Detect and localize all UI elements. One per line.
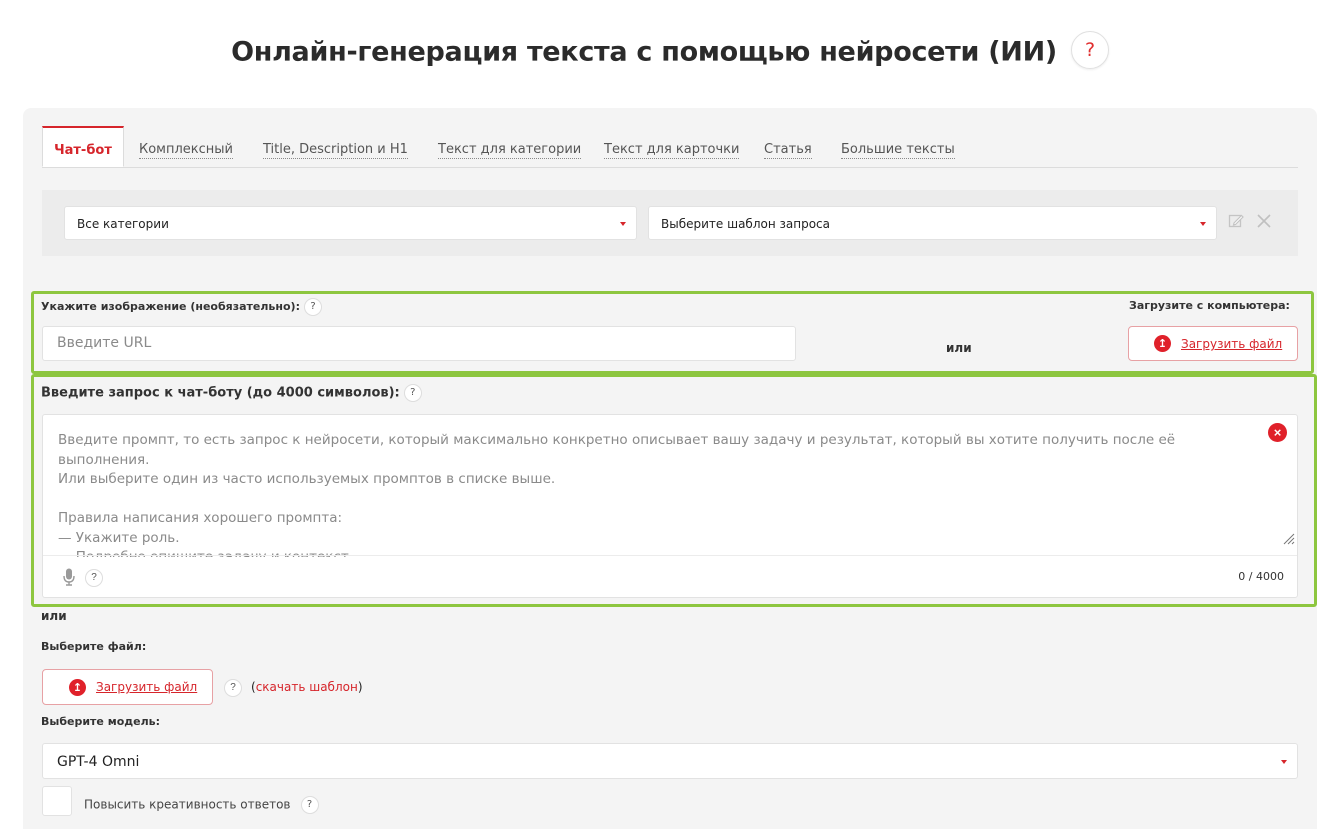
- template-select-value: Выберите шаблон запроса: [661, 217, 830, 231]
- filters-bar: Все категории Выберите шаблон запроса: [42, 190, 1298, 256]
- help-icon[interactable]: ?: [403, 384, 422, 402]
- page-title: Онлайн-генерация текста с помощью нейрос…: [0, 31, 1340, 72]
- image-label: Укажите изображение (необязательно):?: [41, 298, 322, 316]
- download-template: (скачать шаблон): [251, 680, 363, 694]
- image-url-input[interactable]: Введите URL: [42, 326, 796, 361]
- file-label: Выберите файл:: [41, 640, 147, 653]
- image-url-placeholder: Введите URL: [57, 335, 152, 351]
- tab-label: Текст для карточки: [604, 142, 740, 159]
- upload-file-button-label: Загрузить файл: [96, 680, 198, 694]
- tab-label: Большие тексты: [841, 142, 955, 159]
- tab-chatbot[interactable]: Чат-бот: [42, 126, 124, 167]
- tab-big-texts[interactable]: Большие тексты: [841, 127, 955, 166]
- help-icon[interactable]: ?: [300, 796, 319, 814]
- tab-label: Чат-бот: [54, 143, 112, 158]
- prompt-label: Введите запрос к чат-боту (до 4000 симво…: [41, 384, 422, 402]
- model-label: Выберите модель:: [41, 715, 161, 728]
- model-select-value: GPT-4 Omni: [57, 754, 140, 770]
- or-separator-file: или: [41, 609, 67, 623]
- help-icon[interactable]: ?: [303, 298, 322, 316]
- clear-icon[interactable]: ×: [1268, 423, 1287, 442]
- template-select[interactable]: Выберите шаблон запроса: [648, 206, 1217, 240]
- chevron-down-icon: [1281, 760, 1287, 764]
- tab-label: Статья: [764, 142, 812, 159]
- upload-image-button-label: Загрузить файл: [1181, 337, 1283, 351]
- or-separator: или: [946, 341, 972, 355]
- tab-label: Title, Description и H1: [263, 142, 408, 159]
- tab-bar: Чат-бот Комплексный Title, Description и…: [42, 126, 1298, 168]
- prompt-footer: ? 0 / 4000: [43, 555, 1297, 598]
- download-template-link[interactable]: скачать шаблон: [256, 680, 358, 694]
- chevron-down-icon: [620, 222, 626, 226]
- tab-card-text[interactable]: Текст для карточки: [604, 127, 740, 166]
- tab-article[interactable]: Статья: [764, 127, 812, 166]
- upload-icon: ↥: [69, 679, 86, 696]
- creativity-label: Повысить креативность ответов?: [84, 796, 319, 814]
- creativity-checkbox[interactable]: [42, 786, 72, 816]
- prompt-placeholder: Введите промпт, то есть запрос к нейросе…: [58, 432, 1176, 557]
- upload-computer-label: Загрузите с компьютера:: [1129, 299, 1290, 312]
- tab-complex[interactable]: Комплексный: [139, 127, 234, 166]
- character-counter: 0 / 4000: [1238, 570, 1284, 583]
- tab-label: Текст для категории: [438, 142, 582, 159]
- model-select[interactable]: GPT-4 Omni: [42, 743, 1298, 779]
- upload-image-button[interactable]: ↥ Загрузить файл: [1128, 326, 1298, 361]
- resize-handle-icon[interactable]: [1283, 533, 1295, 548]
- tab-label: Комплексный: [139, 142, 234, 159]
- tab-category-text[interactable]: Текст для категории: [438, 127, 582, 166]
- help-icon[interactable]: ?: [85, 569, 103, 587]
- image-label-text: Укажите изображение (необязательно):: [41, 300, 300, 313]
- category-select-value: Все категории: [77, 217, 169, 231]
- help-icon[interactable]: ?: [224, 679, 242, 697]
- edit-icon[interactable]: [1228, 213, 1244, 234]
- help-icon[interactable]: ?: [1070, 31, 1109, 69]
- upload-icon: ↥: [1154, 335, 1171, 352]
- upload-file-button[interactable]: ↥ Загрузить файл: [42, 669, 213, 705]
- paren-close: ): [357, 680, 363, 694]
- microphone-icon[interactable]: [63, 568, 75, 591]
- chevron-down-icon: [1200, 222, 1206, 226]
- tab-title-description-h1[interactable]: Title, Description и H1: [263, 127, 408, 166]
- prompt-textarea[interactable]: Введите промпт, то есть запрос к нейросе…: [42, 414, 1298, 598]
- category-select[interactable]: Все категории: [64, 206, 637, 240]
- close-icon[interactable]: [1256, 213, 1272, 234]
- prompt-label-text: Введите запрос к чат-боту (до 4000 симво…: [41, 385, 400, 401]
- creativity-label-text: Повысить креативность ответов: [84, 797, 291, 812]
- page-title-text: Онлайн-генерация текста с помощью нейрос…: [231, 36, 1057, 68]
